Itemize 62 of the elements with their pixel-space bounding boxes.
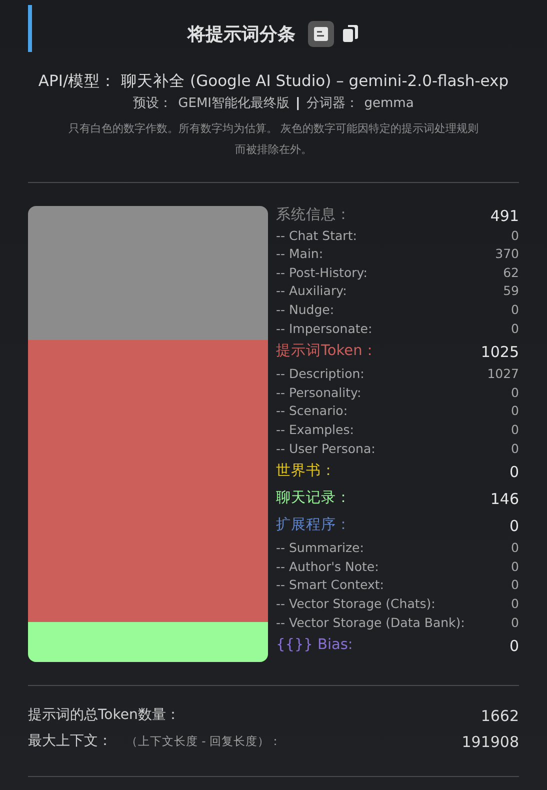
item-label: -- Personality: bbox=[276, 384, 362, 402]
accent-bar bbox=[28, 5, 32, 52]
item-value: 0 bbox=[511, 539, 519, 558]
total-value: 191908 bbox=[462, 732, 519, 752]
section-title: {{}} Bias: bbox=[276, 636, 353, 655]
item-label: -- Author's Note: bbox=[276, 558, 379, 576]
item-value: 0 bbox=[511, 421, 519, 440]
item-label: -- Description: bbox=[276, 365, 364, 384]
section-title: 系统信息： bbox=[276, 206, 351, 226]
section-title: 扩展程序： bbox=[276, 516, 351, 535]
item-value: 0 bbox=[511, 558, 519, 576]
item-value: 370 bbox=[495, 245, 519, 264]
item-value: 0 bbox=[511, 384, 519, 402]
item-label: -- Examples: bbox=[276, 421, 354, 440]
section-title: 聊天记录： bbox=[276, 488, 351, 508]
item-value: 1027 bbox=[487, 365, 519, 384]
list-icon bbox=[312, 26, 328, 42]
copy-icon[interactable] bbox=[342, 24, 360, 44]
preset-value: GEMI智能化最终版 bbox=[178, 95, 290, 114]
tokenizer-value: gemma bbox=[364, 95, 414, 114]
item-label: -- Scenario: bbox=[276, 402, 348, 420]
item-label: -- Chat Start: bbox=[276, 226, 357, 245]
section-total: 146 bbox=[490, 488, 519, 510]
section-total: 0 bbox=[509, 516, 519, 537]
item-label: -- Auxiliary: bbox=[276, 282, 347, 300]
model-label: API/模型： bbox=[38, 72, 116, 90]
model-value: 聊天补全 (Google AI Studio) – gemini-2.0-flash-exp bbox=[121, 72, 509, 90]
section-total: 491 bbox=[490, 206, 519, 227]
item-label: -- Main: bbox=[276, 245, 324, 264]
breakdown-button[interactable] bbox=[308, 21, 334, 47]
item-value: 0 bbox=[511, 614, 519, 632]
total-value: 1662 bbox=[480, 706, 519, 726]
item-value: 0 bbox=[511, 576, 519, 594]
item-value: 0 bbox=[511, 301, 519, 320]
item-value: 0 bbox=[511, 440, 519, 458]
item-value: 0 bbox=[511, 594, 519, 613]
item-label: -- Nudge: bbox=[276, 301, 334, 320]
preset-label: 预设： bbox=[133, 95, 172, 114]
section-total: 1025 bbox=[480, 342, 519, 363]
item-label: -- User Persona: bbox=[276, 440, 376, 458]
item-label: -- Vector Storage (Chats): bbox=[276, 594, 436, 613]
section-title: 世界书： bbox=[276, 462, 336, 481]
item-label: -- Impersonate: bbox=[276, 320, 372, 338]
item-value: 62 bbox=[503, 264, 519, 282]
item-label: -- Post-History: bbox=[276, 264, 368, 282]
dialog-title: 将提示词分条 bbox=[188, 22, 296, 46]
note-text: 只有白色的数字作数。所有数字均为估算。 灰色的数字可能因特定的提示词处理规则而被排除在外。 bbox=[67, 120, 480, 158]
section-title: 提示词Token： bbox=[276, 342, 378, 361]
tokenizer-label: 分词器： bbox=[306, 95, 358, 114]
total-label: 最大上下文： bbox=[28, 732, 112, 752]
item-value: 0 bbox=[511, 320, 519, 338]
total-hint: （上下文长度 - 回复长度）： bbox=[126, 733, 282, 750]
item-value: 0 bbox=[511, 402, 519, 420]
section-total: 0 bbox=[509, 462, 519, 483]
item-label: -- Summarize: bbox=[276, 539, 364, 558]
item-label: -- Vector Storage (Data Bank): bbox=[276, 614, 465, 632]
total-label: 提示词的总Token数量： bbox=[28, 706, 180, 726]
item-value: 59 bbox=[503, 282, 519, 300]
section-total: 0 bbox=[509, 636, 519, 656]
item-value: 0 bbox=[511, 226, 519, 245]
separator: | bbox=[296, 95, 300, 114]
item-label: -- Smart Context: bbox=[276, 576, 384, 594]
